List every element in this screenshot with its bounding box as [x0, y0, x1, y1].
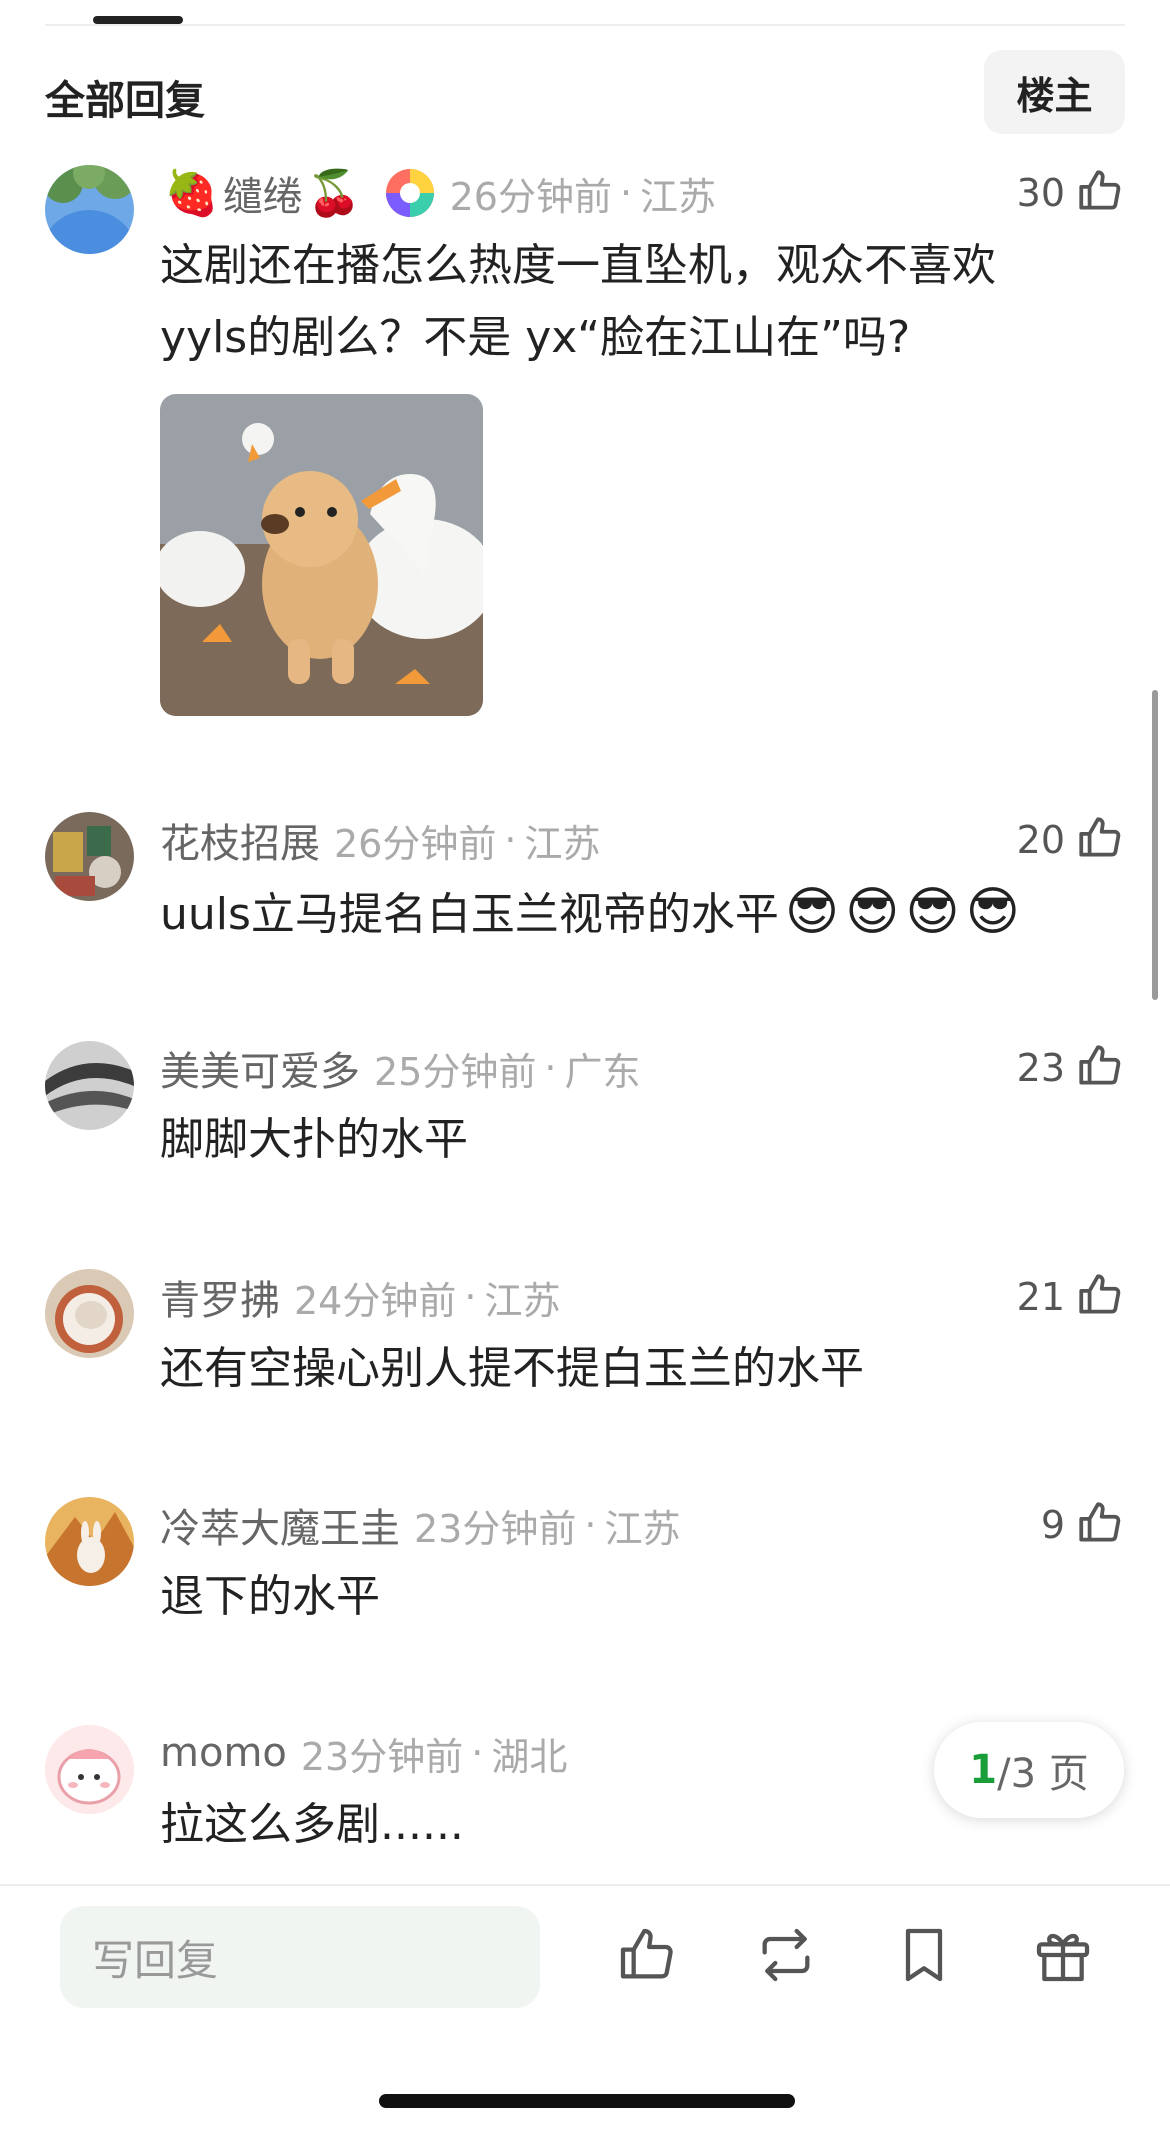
avatar[interactable]	[45, 1725, 134, 1814]
sunglasses-emoji: 😎	[965, 882, 1020, 942]
like-button[interactable]: 9	[1041, 1500, 1125, 1550]
bookmark-button[interactable]	[889, 1922, 959, 1992]
thumbs-up-icon	[1075, 813, 1125, 867]
comment-text: 退下的水平	[160, 1571, 380, 1622]
comment-region: 江苏	[484, 1278, 561, 1323]
comment-region: 广东	[564, 1049, 641, 1094]
username[interactable]: 冷萃大魔王圭	[160, 1496, 400, 1554]
avatar[interactable]	[45, 1041, 134, 1130]
like-button[interactable]: 23	[1017, 1043, 1125, 1093]
username[interactable]: 花枝招展	[160, 811, 320, 869]
sunglasses-emoji: 😎	[905, 882, 960, 942]
like-count: 20	[1016, 818, 1065, 862]
drag-handle[interactable]	[93, 16, 183, 24]
separator-dot: ·	[504, 818, 517, 862]
like-button[interactable]: 21	[1017, 1272, 1125, 1322]
avatar[interactable]	[45, 1269, 134, 1358]
comment-text: 还有空操心别人提不提白玉兰的水平	[160, 1343, 864, 1394]
username[interactable]: 缱绻	[223, 164, 303, 222]
home-indicator[interactable]	[379, 2094, 795, 2108]
total-pages: /3 页	[997, 1751, 1089, 1797]
avatar[interactable]	[45, 812, 134, 901]
separator-dot: ·	[544, 1046, 557, 1090]
owner-only-button[interactable]: 楼主	[984, 50, 1125, 134]
comment-region: 湖北	[491, 1734, 568, 1779]
thumbs-up-icon	[1075, 1270, 1125, 1324]
scrollbar[interactable]	[1152, 690, 1158, 1000]
comment-text: uuls立马提名白玉兰视帝的水平	[160, 889, 779, 940]
reply-input[interactable]: 写回复	[60, 1906, 540, 2008]
like-count: 23	[1016, 1046, 1065, 1090]
strawberry-emoji: 🍓	[164, 168, 219, 219]
separator-dot: ·	[471, 1731, 484, 1775]
page-indicator[interactable]: 1/3 页	[934, 1722, 1124, 1818]
like-button[interactable]: 20	[1017, 815, 1125, 865]
like-count: 30	[1016, 171, 1065, 215]
comment-text: 脚脚大扑的水平	[160, 1114, 468, 1165]
comment-time: 23分钟前	[300, 1734, 464, 1779]
sunglasses-emoji: 😎	[845, 882, 900, 942]
avatar[interactable]	[45, 1497, 134, 1586]
gift-button[interactable]	[1028, 1922, 1098, 1992]
comment-region: 江苏	[524, 821, 601, 866]
thumbs-up-icon	[1075, 1498, 1125, 1552]
repost-button[interactable]	[751, 1922, 821, 1992]
comment-time: 26分钟前	[449, 174, 612, 219]
top-divider	[45, 24, 1125, 26]
comment-time: 26分钟前	[334, 821, 497, 866]
separator-dot: ·	[464, 1275, 477, 1319]
gift-icon	[1031, 1923, 1095, 1991]
bookmark-icon	[892, 1923, 956, 1991]
comment-text: yyls的剧么？不是 yx“脸在江山在”吗?	[160, 312, 911, 363]
like-count: 21	[1016, 1275, 1065, 1319]
comment-region: 江苏	[604, 1506, 681, 1551]
bottom-divider	[0, 1884, 1170, 1886]
current-page: 1	[969, 1747, 998, 1793]
username[interactable]: momo	[160, 1730, 287, 1776]
username[interactable]: 青罗拂	[160, 1268, 280, 1326]
like-count: 9	[1040, 1503, 1065, 1547]
comment-time: 25分钟前	[374, 1049, 537, 1094]
sunglasses-emoji: 😎	[784, 882, 840, 942]
comment-photo[interactable]	[160, 394, 483, 716]
comment-time: 23分钟前	[414, 1506, 577, 1551]
repost-icon	[754, 1923, 818, 1991]
comment-text: 这剧还在播怎么热度一直坠机，观众不喜欢	[160, 240, 996, 291]
like-icon	[615, 1923, 679, 1991]
username[interactable]: 美美可爱多	[160, 1039, 360, 1097]
avatar[interactable]	[45, 165, 134, 254]
separator-dot: ·	[584, 1503, 597, 1547]
section-title: 全部回复	[45, 78, 205, 124]
like-action-button[interactable]	[612, 1922, 682, 1992]
thumbs-up-icon	[1075, 1041, 1125, 1095]
comment-time: 24分钟前	[294, 1278, 457, 1323]
cherry-emoji: 🍒	[306, 168, 362, 219]
comment-region: 江苏	[640, 174, 717, 219]
separator-dot: ·	[619, 171, 633, 215]
thumbs-up-icon	[1075, 166, 1125, 220]
like-button[interactable]: 30	[1017, 168, 1125, 218]
comment-text: 拉这么多剧......	[160, 1799, 464, 1850]
badge-icon	[384, 167, 436, 219]
